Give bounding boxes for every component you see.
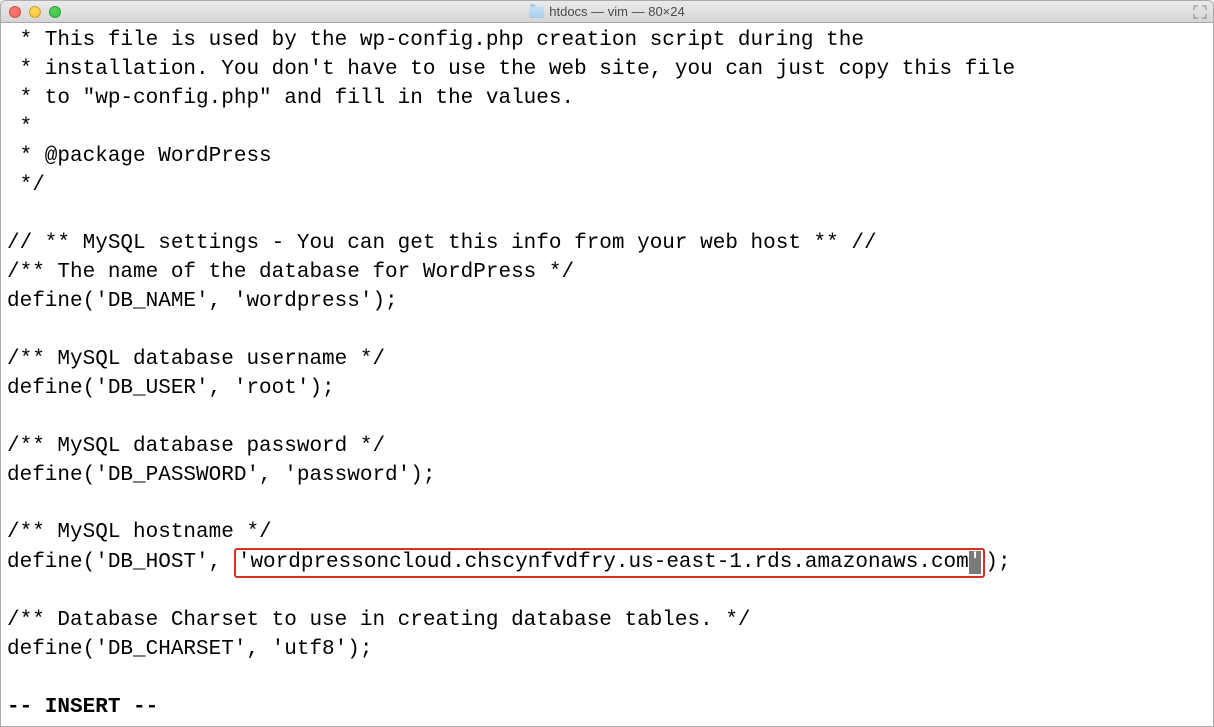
cursor: ' — [969, 551, 982, 574]
title-folder: htdocs — [549, 4, 587, 19]
expand-icon[interactable] — [1193, 5, 1207, 19]
terminal-window: htdocs — vim — 80×24 * This file is used… — [0, 0, 1214, 727]
code-line: /** The name of the database for WordPre… — [7, 261, 574, 284]
close-icon[interactable] — [9, 6, 21, 18]
editor-content[interactable]: * This file is used by the wp-config.php… — [1, 23, 1213, 726]
code-line: /** Database Charset to use in creating … — [7, 609, 751, 632]
traffic-lights — [1, 6, 61, 18]
code-line: * to "wp-config.php" and fill in the val… — [7, 87, 574, 110]
code-line: * — [7, 116, 32, 139]
code-line: define('DB_USER', 'root'); — [7, 377, 335, 400]
code-line: /** MySQL database password */ — [7, 435, 385, 458]
highlighted-host: 'wordpressoncloud.chscynfvdfry.us-east-1… — [234, 548, 986, 577]
title-rest: — vim — 80×24 — [588, 4, 685, 19]
code-line: // ** MySQL settings - You can get this … — [7, 232, 877, 255]
code-line: /** MySQL hostname */ — [7, 521, 272, 544]
code-line: define('DB_PASSWORD', 'password'); — [7, 464, 435, 487]
code-line: * installation. You don't have to use th… — [7, 58, 1015, 81]
host-text: 'wordpressoncloud.chscynfvdfry.us-east-1… — [238, 551, 969, 574]
code-line: define('DB_NAME', 'wordpress'); — [7, 290, 398, 313]
code-line-part: ); — [985, 551, 1010, 574]
window-title: htdocs — vim — 80×24 — [529, 4, 685, 19]
titlebar[interactable]: htdocs — vim — 80×24 — [1, 1, 1213, 23]
maximize-icon[interactable] — [49, 6, 61, 18]
minimize-icon[interactable] — [29, 6, 41, 18]
code-line: * This file is used by the wp-config.php… — [7, 29, 864, 52]
vim-mode-status: -- INSERT -- — [7, 696, 158, 719]
folder-icon — [529, 6, 544, 18]
code-line: define('DB_CHARSET', 'utf8'); — [7, 638, 372, 661]
code-line: */ — [7, 174, 45, 197]
code-line: * @package WordPress — [7, 145, 272, 168]
code-line: /** MySQL database username */ — [7, 348, 385, 371]
code-line-part: define('DB_HOST', — [7, 551, 234, 574]
